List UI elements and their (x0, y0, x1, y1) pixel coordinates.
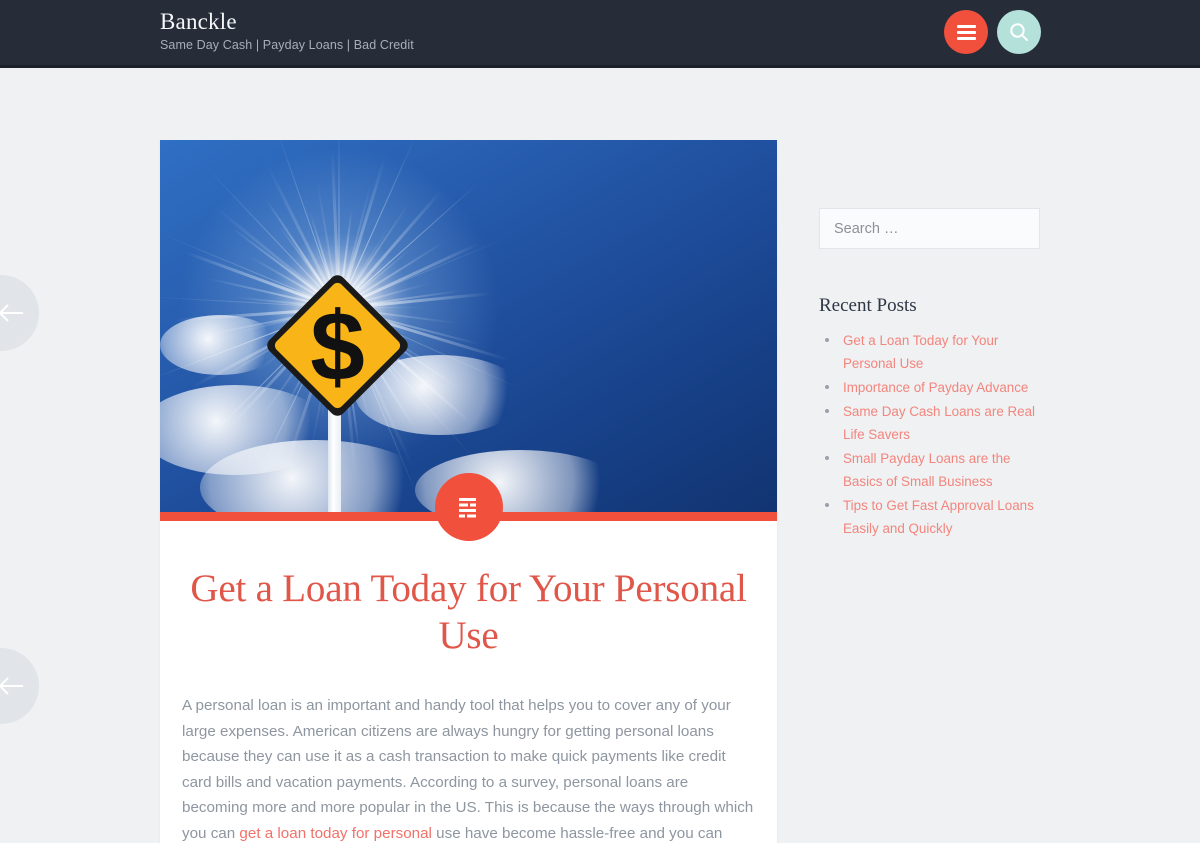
list-item: Tips to Get Fast Approval Loans Easily a… (819, 494, 1040, 540)
header-search-button[interactable] (997, 10, 1041, 54)
site-branding[interactable]: Banckle Same Day Cash | Payday Loans | B… (160, 9, 414, 54)
search-input[interactable] (819, 208, 1040, 249)
inline-loan-link[interactable]: get a loan today for personal (239, 825, 432, 842)
list-item: Importance of Payday Advance (819, 376, 1040, 399)
arrow-left-icon (0, 304, 23, 322)
dollar-road-sign-icon: $ (267, 275, 408, 416)
site-tagline: Same Day Cash | Payday Loans | Bad Credi… (160, 38, 414, 52)
recent-posts-list: Get a Loan Today for Your Personal Use I… (819, 329, 1040, 540)
article-card: $ Get a Loan Today for Your Personal Use… (160, 140, 777, 843)
list-item: Get a Loan Today for Your Personal Use (819, 329, 1040, 375)
recent-post-link[interactable]: Importance of Payday Advance (843, 376, 1028, 399)
list-item: Small Payday Loans are the Basics of Sma… (819, 447, 1040, 493)
recent-posts-heading: Recent Posts (819, 295, 917, 316)
recent-post-link[interactable]: Get a Loan Today for Your Personal Use (843, 329, 1040, 375)
menu-toggle-button[interactable] (944, 10, 988, 54)
prev-post-arrow-bottom[interactable] (0, 648, 39, 724)
list-item: Same Day Cash Loans are Real Life Savers (819, 400, 1040, 446)
sidebar: Recent Posts Get a Loan Today for Your P… (819, 208, 1040, 541)
header-actions (944, 10, 1041, 54)
article-paragraph: A personal loan is an important and hand… (182, 693, 755, 843)
site-header: Banckle Same Day Cash | Payday Loans | B… (0, 0, 1200, 68)
recent-post-link[interactable]: Small Payday Loans are the Basics of Sma… (843, 447, 1040, 493)
header-inner: Banckle Same Day Cash | Payday Loans | B… (0, 0, 1200, 65)
svg-text:$: $ (310, 291, 365, 401)
magnifier-icon (1010, 23, 1028, 41)
page-title[interactable]: Get a Loan Today for Your Personal Use (182, 565, 755, 659)
paragraph-text-before-link: A personal loan is an important and hand… (182, 697, 754, 842)
post-format-badge[interactable] (435, 473, 503, 541)
arrow-left-icon (0, 677, 23, 695)
prev-post-arrow-top[interactable] (0, 275, 39, 351)
article-lines-icon (459, 498, 476, 518)
site-title[interactable]: Banckle (160, 9, 414, 35)
article-body: Get a Loan Today for Your Personal Use A… (160, 521, 777, 843)
recent-post-link[interactable]: Same Day Cash Loans are Real Life Savers (843, 400, 1040, 446)
page-body: $ Get a Loan Today for Your Personal Use… (0, 68, 1200, 843)
featured-image[interactable]: $ (160, 140, 777, 512)
recent-post-link[interactable]: Tips to Get Fast Approval Loans Easily a… (843, 494, 1040, 540)
hamburger-icon (956, 24, 976, 40)
